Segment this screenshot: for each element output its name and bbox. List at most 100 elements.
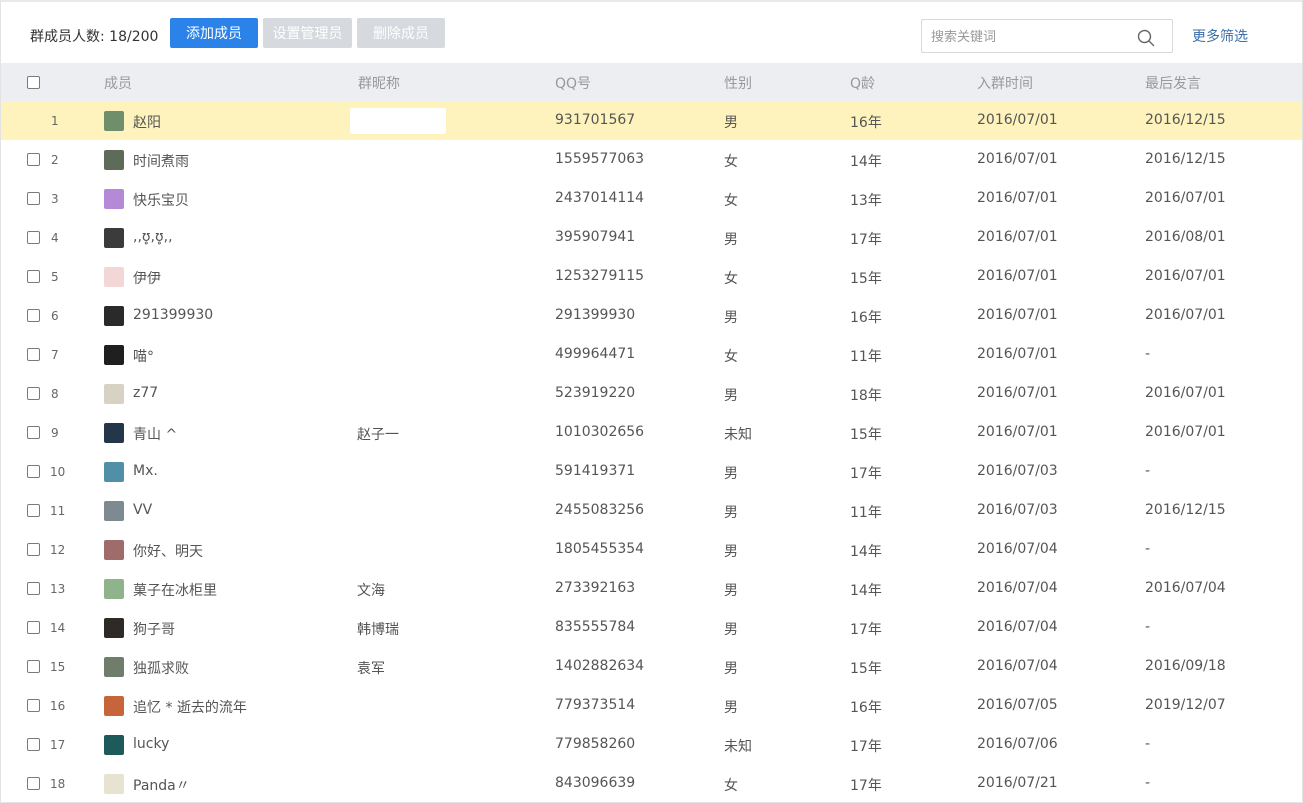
row-checkbox[interactable] [27,426,40,439]
row-checkbox[interactable] [27,309,40,322]
member-name[interactable]: 291399930 [133,307,213,323]
member-name[interactable]: VV [133,502,152,518]
column-header-member[interactable]: 成员 [104,73,132,93]
column-header-last-speak[interactable]: 最后发言 [1145,73,1201,93]
table-row[interactable]: 16 追忆 * 逝去的流年 779373514 男 16年 2016/07/05 2019/… [1,686,1302,725]
avatar[interactable] [104,618,124,638]
row-checkbox[interactable] [27,270,40,283]
column-header-join-time[interactable]: 入群时间 [977,73,1033,93]
more-filter-link[interactable]: 更多筛选 [1192,26,1248,46]
row-index: 2 [51,153,59,167]
search-input[interactable] [931,27,1131,47]
row-checkbox[interactable] [27,348,40,361]
search-icon[interactable] [1136,28,1156,48]
qq-number: 523919220 [555,385,636,401]
table-row[interactable]: 12 你好、明天 1805455354 男 14年 2016/07/04 - [1,530,1302,569]
table-row[interactable]: 18 Panda〃 843096639 女 17年 2016/07/21 - [1,764,1302,802]
row-checkbox[interactable] [27,465,40,478]
avatar[interactable] [104,462,124,482]
add-member-button[interactable]: 添加成员 [170,18,258,48]
select-all-checkbox[interactable] [27,76,40,89]
remove-member-button[interactable]: 删除成员 [357,18,445,48]
table-row[interactable]: 8 z77 523919220 男 18年 2016/07/01 2016/07/01 [1,374,1302,413]
avatar[interactable] [104,774,124,794]
column-header-nickname[interactable]: 群昵称 [358,73,400,93]
row-checkbox[interactable] [27,231,40,244]
qq-number: 2455083256 [555,502,645,518]
member-name[interactable]: 追忆 * 逝去的流年 [133,697,247,717]
table-row[interactable]: 1 赵阳 931701567 男 16年 2016/07/01 2016/12/15 [1,101,1302,140]
row-checkbox[interactable] [27,738,40,751]
avatar[interactable] [104,306,124,326]
table-row[interactable]: 9 青山 ^ 赵子一 1010302656 未知 15年 2016/07/01 2016/07… [1,413,1302,452]
avatar[interactable] [104,150,124,170]
join-time: 2016/07/21 [977,775,1058,791]
q-age: 17年 [850,466,882,482]
member-name[interactable]: 狗子哥 [133,619,175,639]
member-name[interactable]: Panda〃 [133,775,190,795]
avatar[interactable] [104,345,124,365]
avatar[interactable] [104,228,124,248]
gender: 未知 [724,739,752,755]
table-row[interactable]: 2 时间煮雨 1559577063 女 14年 2016/07/01 2016/12/15 [1,140,1302,179]
row-checkbox[interactable] [27,621,40,634]
table-row[interactable]: 14 狗子哥 韩博瑞 835555784 男 17年 2016/07/04 - [1,608,1302,647]
column-header-gender[interactable]: 性别 [724,73,752,93]
avatar[interactable] [104,579,124,599]
table-header: 成员 群昵称 QQ号 性别 Q龄 入群时间 最后发言 [1,63,1302,101]
table-row[interactable]: 17 lucky 779858260 未知 17年 2016/07/06 - [1,725,1302,764]
avatar[interactable] [104,540,124,560]
avatar[interactable] [104,267,124,287]
member-name[interactable]: 独孤求败 [133,658,189,678]
member-name[interactable]: 你好、明天 [133,541,203,561]
member-name[interactable]: Mx. [133,463,158,479]
table-row[interactable]: 3 快乐宝贝 2437014114 女 13年 2016/07/01 2016/07/01 [1,179,1302,218]
row-checkbox[interactable] [27,777,40,790]
row-index: 12 [50,543,66,557]
row-checkbox[interactable] [27,582,40,595]
qq-number: 1253279115 [555,268,645,284]
avatar[interactable] [104,696,124,716]
column-header-qq[interactable]: QQ号 [555,73,591,93]
row-checkbox[interactable] [27,699,40,712]
member-name[interactable]: 赵阳 [133,112,161,132]
table-row[interactable]: 7 喵° 499964471 女 11年 2016/07/01 - [1,335,1302,374]
qq-number: 273392163 [555,580,636,596]
row-index: 4 [51,231,59,245]
avatar[interactable] [104,735,124,755]
table-row[interactable]: 11 VV 2455083256 男 11年 2016/07/03 2016/12/15 [1,491,1302,530]
row-checkbox[interactable] [27,192,40,205]
q-age: 15年 [850,427,882,443]
member-name[interactable]: 时间煮雨 [133,151,189,171]
table-row[interactable]: 10 Mx. 591419371 男 17年 2016/07/03 - [1,452,1302,491]
member-name[interactable]: 快乐宝贝 [133,190,189,210]
member-name[interactable]: lucky [133,736,169,752]
member-name[interactable]: 喵° [133,346,154,366]
avatar[interactable] [104,657,124,677]
set-admin-button[interactable]: 设置管理员 [263,18,352,48]
nickname-edit-field[interactable] [350,108,446,134]
avatar[interactable] [104,501,124,521]
member-name[interactable]: ,,ʊ̥,ʊ̥,, [133,229,173,245]
table-row[interactable]: 6 291399930 291399930 男 16年 2016/07/01 2016/07… [1,296,1302,335]
member-name[interactable]: 青山 ^ [133,424,177,444]
row-checkbox[interactable] [27,387,40,400]
table-row[interactable]: 15 独孤求败 袁军 1402882634 男 15年 2016/07/04 2016/09/… [1,647,1302,686]
qq-number: 591419371 [555,463,636,479]
row-checkbox[interactable] [27,660,40,673]
member-name[interactable]: z77 [133,385,158,401]
table-row[interactable]: 4 ,,ʊ̥,ʊ̥,, 395907941 男 17年 2016/07/01 2016/08… [1,218,1302,257]
avatar[interactable] [104,189,124,209]
member-name[interactable]: 伊伊 [133,268,161,288]
row-checkbox[interactable] [27,543,40,556]
avatar[interactable] [104,111,124,131]
member-name[interactable]: 菓子在冰柜里 [133,580,217,600]
member-count-label: 群成员人数: 18/200 [30,29,159,45]
avatar[interactable] [104,423,124,443]
row-checkbox[interactable] [27,153,40,166]
table-row[interactable]: 13 菓子在冰柜里 文海 273392163 男 14年 2016/07/04 2016/07… [1,569,1302,608]
table-row[interactable]: 5 伊伊 1253279115 女 15年 2016/07/01 2016/07/01 [1,257,1302,296]
column-header-q-age[interactable]: Q龄 [850,73,875,93]
avatar[interactable] [104,384,124,404]
row-checkbox[interactable] [27,504,40,517]
